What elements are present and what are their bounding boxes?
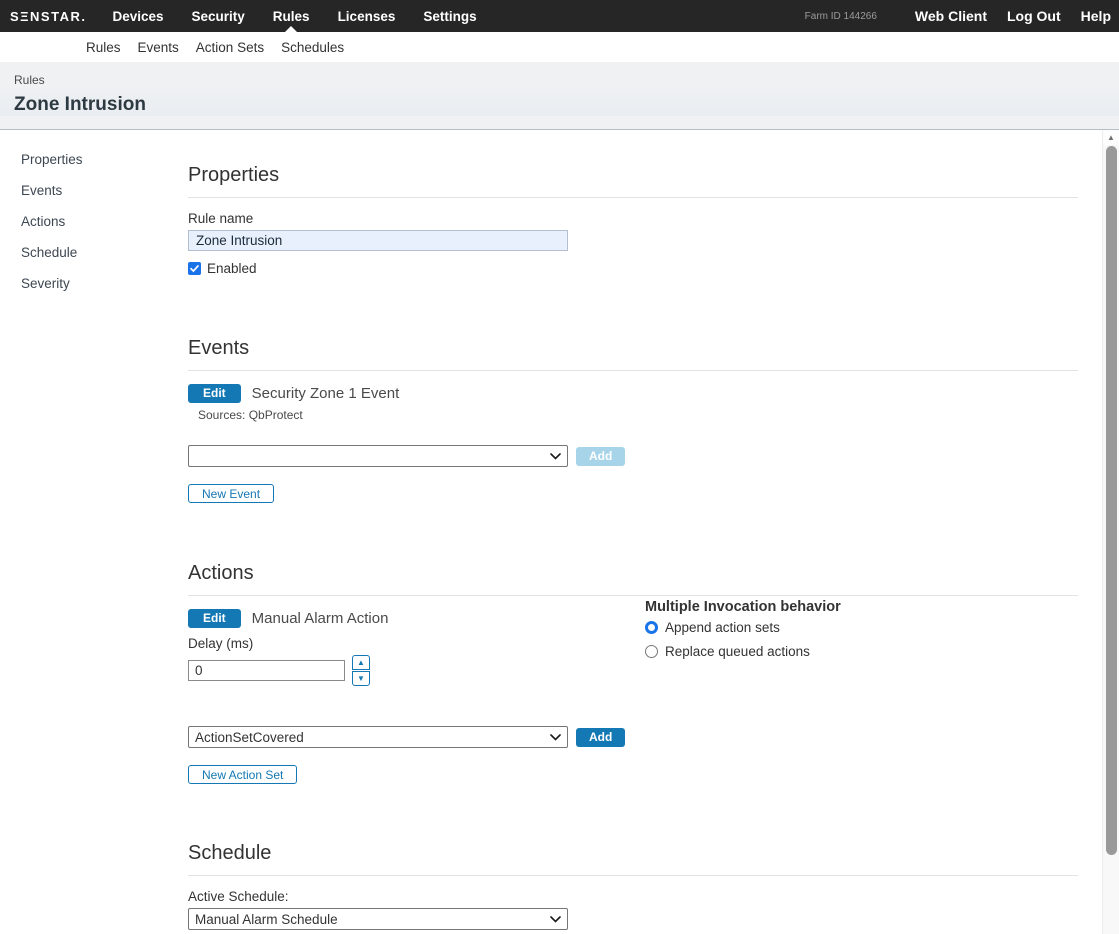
spacer	[188, 276, 1078, 337]
edit-event-button[interactable]: Edit	[188, 384, 241, 403]
schedule-select-row: Manual Alarm Schedule	[188, 908, 1078, 930]
content-area: Properties Rule name Zone Intrusion Enab…	[188, 130, 1090, 933]
event-name: Security Zone 1 Event	[252, 385, 400, 402]
top-menu-licenses[interactable]: Licenses	[328, 0, 406, 32]
chevron-down-icon	[550, 453, 561, 460]
spacer	[188, 503, 1078, 562]
top-right-menu: Farm ID 144266 Web Client Log Out Help	[805, 8, 1111, 24]
sidebar-item-schedule[interactable]: Schedule	[0, 242, 188, 273]
log-out-link[interactable]: Log Out	[1007, 8, 1061, 24]
help-link[interactable]: Help	[1081, 8, 1111, 24]
actions-heading: Actions	[188, 562, 1078, 596]
active-schedule-label: Active Schedule:	[188, 889, 1078, 904]
add-event-button[interactable]: Add	[576, 447, 625, 466]
page-title: Zone Intrusion	[0, 87, 1119, 116]
delay-input[interactable]: 0	[188, 660, 345, 681]
breadcrumb[interactable]: Rules	[0, 62, 1119, 87]
event-item-row: Edit Security Zone 1 Event	[188, 384, 1078, 403]
actions-section: Actions Edit Manual Alarm Action Delay (…	[188, 562, 1078, 784]
subnav-rules[interactable]: Rules	[86, 40, 121, 55]
append-action-sets-option[interactable]: Append action sets	[645, 620, 1065, 635]
top-menu: Devices Security Rules Licenses Settings	[102, 0, 494, 32]
rule-name-input[interactable]: Zone Intrusion	[188, 230, 568, 251]
event-sources: Sources: QbProtect	[198, 408, 1078, 422]
add-action-set-row: ActionSetCovered Add	[188, 726, 1078, 748]
enabled-row: Enabled	[188, 261, 1078, 276]
action-name: Manual Alarm Action	[252, 610, 389, 627]
senstar-logo[interactable]: SΞNSTAR.	[10, 9, 86, 24]
radio-label: Append action sets	[665, 620, 780, 635]
schedule-section: Schedule Active Schedule: Manual Alarm S…	[188, 842, 1078, 934]
sidebar-item-severity[interactable]: Severity	[0, 273, 188, 304]
spinner-up-button[interactable]: ▲	[352, 655, 370, 670]
enabled-checkbox[interactable]	[188, 262, 201, 275]
multiple-invocation-block: Multiple Invocation behavior Append acti…	[645, 599, 1065, 668]
main-area: Properties Events Actions Schedule Sever…	[0, 130, 1119, 933]
top-menu-settings[interactable]: Settings	[413, 0, 486, 32]
replace-queued-actions-option[interactable]: Replace queued actions	[645, 644, 1065, 659]
web-client-link[interactable]: Web Client	[915, 8, 987, 24]
subnav-schedules[interactable]: Schedules	[281, 40, 344, 55]
delay-spinner: ▲ ▼	[352, 655, 370, 686]
page-header: Rules Zone Intrusion	[0, 62, 1119, 130]
properties-heading: Properties	[188, 164, 1078, 198]
checkmark-icon	[189, 263, 200, 274]
schedule-select[interactable]: Manual Alarm Schedule	[188, 908, 568, 930]
invocation-heading: Multiple Invocation behavior	[645, 599, 1065, 615]
events-heading: Events	[188, 337, 1078, 371]
radio-unchecked-icon[interactable]	[645, 645, 658, 658]
radio-label: Replace queued actions	[665, 644, 810, 659]
top-menu-security[interactable]: Security	[182, 0, 255, 32]
schedule-select-value: Manual Alarm Schedule	[195, 912, 338, 927]
rules-subnav: Rules Events Action Sets Schedules	[0, 32, 1119, 62]
top-menu-rules[interactable]: Rules	[263, 0, 320, 32]
scrollbar-up-arrow[interactable]: ▲	[1103, 130, 1119, 145]
action-set-select-value: ActionSetCovered	[195, 730, 304, 745]
farm-id-label: Farm ID 144266	[805, 11, 877, 22]
chevron-down-icon	[550, 916, 561, 923]
new-event-button[interactable]: New Event	[188, 484, 274, 503]
action-set-select[interactable]: ActionSetCovered	[188, 726, 568, 748]
sidebar-item-events[interactable]: Events	[0, 180, 188, 211]
edit-action-button[interactable]: Edit	[188, 609, 241, 628]
active-menu-caret	[285, 26, 297, 32]
subnav-action-sets[interactable]: Action Sets	[196, 40, 264, 55]
sidebar-item-properties[interactable]: Properties	[0, 149, 188, 180]
events-section: Events Edit Security Zone 1 Event Source…	[188, 337, 1078, 503]
spacer	[188, 784, 1078, 842]
vertical-scrollbar[interactable]: ▲	[1102, 130, 1119, 934]
radio-checked-icon[interactable]	[645, 621, 658, 634]
top-navigation-bar: SΞNSTAR. Devices Security Rules Licenses…	[0, 0, 1119, 32]
scrollbar-thumb[interactable]	[1106, 146, 1117, 855]
rule-name-label: Rule name	[188, 211, 1078, 226]
subnav-events[interactable]: Events	[138, 40, 179, 55]
event-select[interactable]	[188, 445, 568, 467]
add-event-row: Add	[188, 445, 1078, 467]
add-action-set-button[interactable]: Add	[576, 728, 625, 747]
chevron-down-icon	[550, 734, 561, 741]
top-menu-devices[interactable]: Devices	[102, 0, 173, 32]
schedule-heading: Schedule	[188, 842, 1078, 876]
spinner-down-button[interactable]: ▼	[352, 671, 370, 686]
new-action-set-button[interactable]: New Action Set	[188, 765, 297, 784]
enabled-label: Enabled	[207, 261, 257, 276]
sidebar-item-actions[interactable]: Actions	[0, 211, 188, 242]
section-sidebar: Properties Events Actions Schedule Sever…	[0, 130, 188, 933]
properties-section: Properties Rule name Zone Intrusion Enab…	[188, 164, 1078, 276]
